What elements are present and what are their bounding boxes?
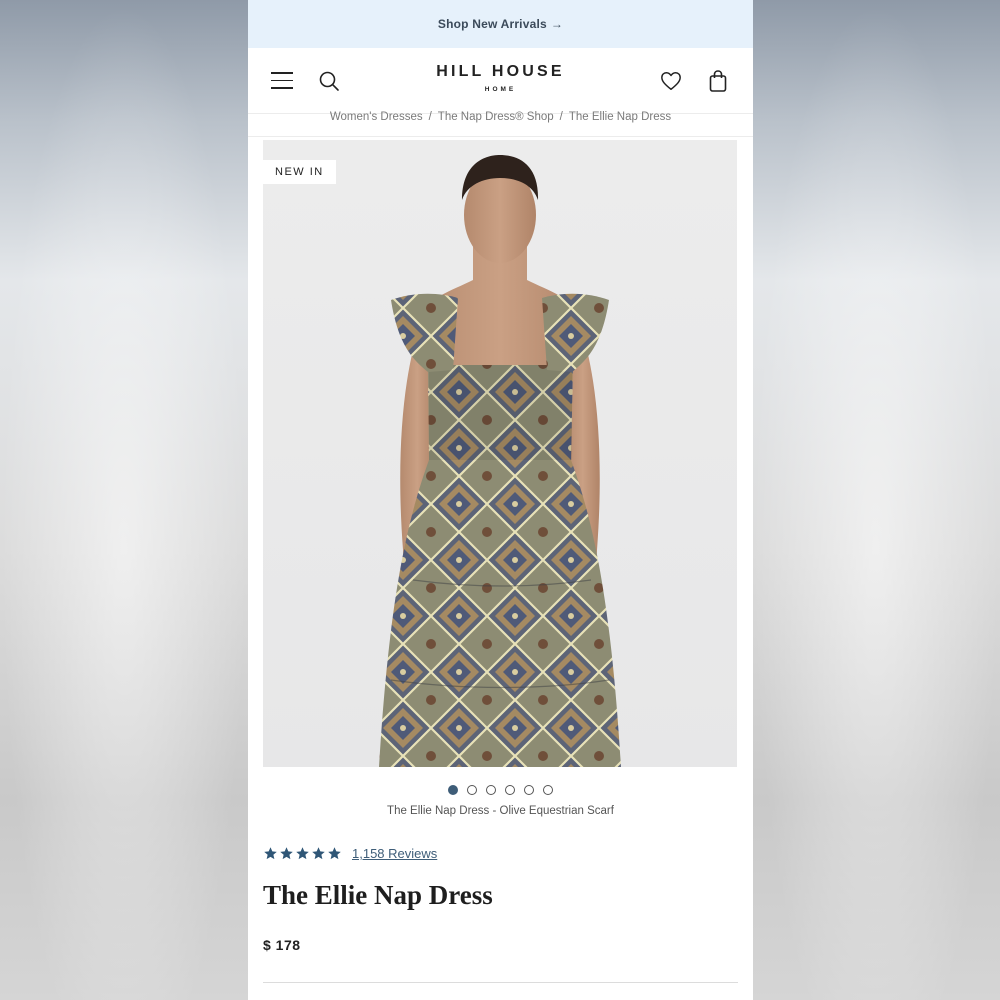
star-icon: [296, 847, 309, 860]
carousel-dot[interactable]: [486, 785, 496, 795]
product-title: The Ellie Nap Dress: [263, 880, 493, 910]
carousel-dot[interactable]: [448, 785, 458, 795]
reviews-link[interactable]: 1,158 Reviews: [352, 846, 437, 861]
carousel-dot[interactable]: [467, 785, 477, 795]
product-price: $ 178: [263, 937, 301, 953]
image-caption: The Ellie Nap Dress - Olive Equestrian S…: [387, 805, 614, 817]
promo-label[interactable]: Shop New Arrivals: [438, 17, 547, 31]
star-icon: [280, 847, 293, 860]
product-rating: 1,158 Reviews: [263, 846, 437, 861]
promo-banner[interactable]: Shop New Arrivals →: [248, 0, 753, 48]
breadcrumb-separator: /: [559, 111, 563, 123]
heart-icon[interactable]: [660, 70, 682, 92]
star-icon: [328, 847, 341, 860]
star-icon: [264, 847, 277, 860]
background-right: [752, 0, 1000, 1000]
breadcrumb-item-womens-dresses[interactable]: Women's Dresses: [330, 111, 423, 123]
breadcrumb: Women's Dresses / The Nap Dress® Shop / …: [248, 111, 753, 137]
site-header: HILL HOUSE HOME: [248, 48, 753, 114]
carousel-dot[interactable]: [524, 785, 534, 795]
product-image[interactable]: NEW IN: [263, 140, 737, 767]
divider: [263, 982, 738, 983]
model-photo: [379, 155, 621, 767]
breadcrumb-item-nap-dress-shop[interactable]: The Nap Dress® Shop: [438, 111, 554, 123]
breadcrumb-separator: /: [428, 111, 432, 123]
shopping-bag-icon[interactable]: [708, 69, 728, 93]
carousel-dots: [248, 785, 753, 795]
carousel-dot[interactable]: [505, 785, 515, 795]
background-left: [0, 0, 248, 1000]
star-icon: [312, 847, 325, 860]
star-rating: [263, 846, 342, 861]
mobile-page: Shop New Arrivals → HILL HOUSE HOME Wome…: [248, 0, 753, 1000]
breadcrumb-item-current[interactable]: The Ellie Nap Dress: [569, 111, 671, 123]
carousel-dot[interactable]: [543, 785, 553, 795]
arrow-right-icon: →: [550, 17, 564, 31]
new-in-badge: NEW IN: [263, 160, 336, 184]
